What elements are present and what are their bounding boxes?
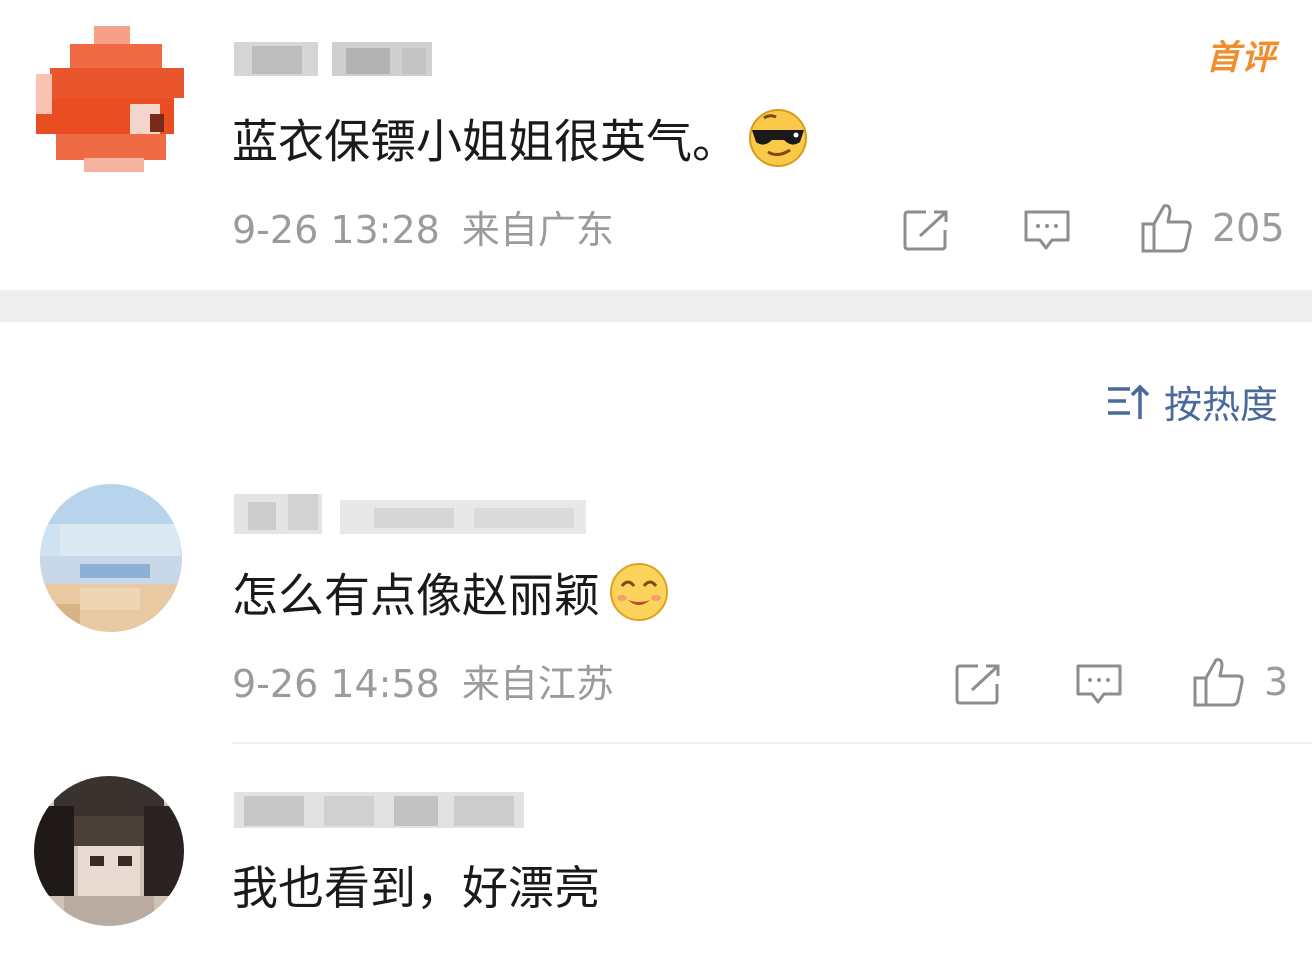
reply-button[interactable] bbox=[1074, 662, 1124, 708]
comment-text-content: 蓝衣保镖小姐姐很英气。 bbox=[232, 114, 738, 169]
comment-icon bbox=[1076, 664, 1122, 704]
comment-meta: 9-26 14:58 来自江苏 bbox=[232, 660, 614, 708]
username[interactable] bbox=[234, 490, 594, 534]
comment-time: 9-26 13:28 bbox=[232, 208, 440, 252]
reply-button[interactable] bbox=[1022, 208, 1072, 254]
comment-text: 蓝衣保镖小姐姐很英气。 bbox=[232, 108, 810, 182]
sort-by-popularity-button[interactable]: 按热度 bbox=[1106, 374, 1278, 429]
share-icon bbox=[903, 210, 948, 251]
comment-location: 来自江苏 bbox=[461, 662, 614, 706]
avatar[interactable] bbox=[40, 484, 182, 632]
username[interactable] bbox=[234, 40, 434, 80]
like-count: 3 bbox=[1264, 660, 1289, 704]
comment-icon bbox=[1024, 210, 1070, 250]
share-icon bbox=[955, 664, 1000, 705]
comment-text-content: 怎么有点像赵丽颖 bbox=[232, 568, 600, 623]
sunglasses-emoji-icon bbox=[746, 108, 810, 182]
share-button[interactable] bbox=[954, 662, 1002, 706]
thumbs-up-icon bbox=[1141, 204, 1192, 253]
comment-meta: 9-26 13:28 来自广东 bbox=[232, 206, 614, 254]
comment-location: 来自广东 bbox=[461, 208, 614, 252]
comment-text-content: 我也看到，好漂亮 bbox=[232, 861, 600, 915]
comment-text: 怎么有点像赵丽颖 bbox=[232, 562, 670, 636]
like-button[interactable]: 205 bbox=[1140, 202, 1285, 254]
comment-divider bbox=[232, 742, 1312, 744]
sort-icon bbox=[1108, 384, 1150, 419]
smile-emoji-icon bbox=[608, 562, 670, 636]
share-button[interactable] bbox=[902, 208, 950, 252]
like-button[interactable]: 3 bbox=[1192, 656, 1288, 708]
comment-time: 9-26 14:58 bbox=[232, 662, 440, 706]
section-divider bbox=[0, 290, 1312, 322]
first-comment-badge: 首评 bbox=[1206, 38, 1276, 78]
avatar[interactable] bbox=[34, 24, 184, 174]
like-count: 205 bbox=[1212, 206, 1285, 250]
sort-label: 按热度 bbox=[1164, 383, 1279, 427]
username[interactable] bbox=[234, 790, 534, 830]
comment-text: 我也看到，好漂亮 bbox=[232, 858, 600, 918]
thumbs-up-icon bbox=[1193, 658, 1244, 707]
avatar[interactable] bbox=[34, 776, 184, 926]
